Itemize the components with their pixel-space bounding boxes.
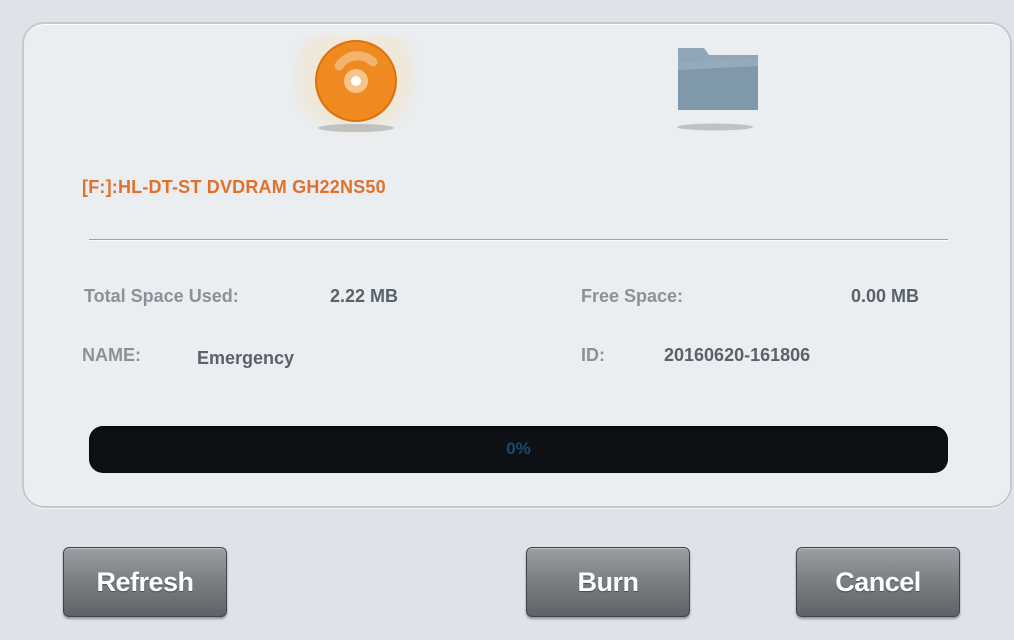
- id-value: 20160620-161806: [664, 345, 811, 365]
- progress-bar: 0%: [89, 426, 948, 473]
- device-label: [F:]:HL-DT-ST DVDRAM GH22NS50: [82, 177, 386, 197]
- disc-tile[interactable]: [293, 36, 417, 136]
- progress-text: 0%: [506, 439, 531, 458]
- free-space-label: Free Space:: [581, 286, 684, 306]
- name-label: NAME:: [82, 345, 141, 365]
- burn-button[interactable]: Burn: [526, 547, 690, 617]
- name-value: Emergency: [197, 348, 295, 368]
- folder-tile[interactable]: [654, 36, 778, 136]
- disc-icon: [315, 40, 397, 132]
- folder-icon: [677, 48, 758, 131]
- total-space-label: Total Space Used:: [84, 286, 239, 306]
- refresh-button[interactable]: Refresh: [63, 547, 227, 617]
- total-space-value: 2.22 MB: [330, 286, 399, 306]
- cancel-button[interactable]: Cancel: [796, 547, 960, 617]
- divider: [89, 239, 948, 241]
- id-label: ID:: [581, 345, 605, 365]
- free-space-value: 0.00 MB: [851, 286, 920, 306]
